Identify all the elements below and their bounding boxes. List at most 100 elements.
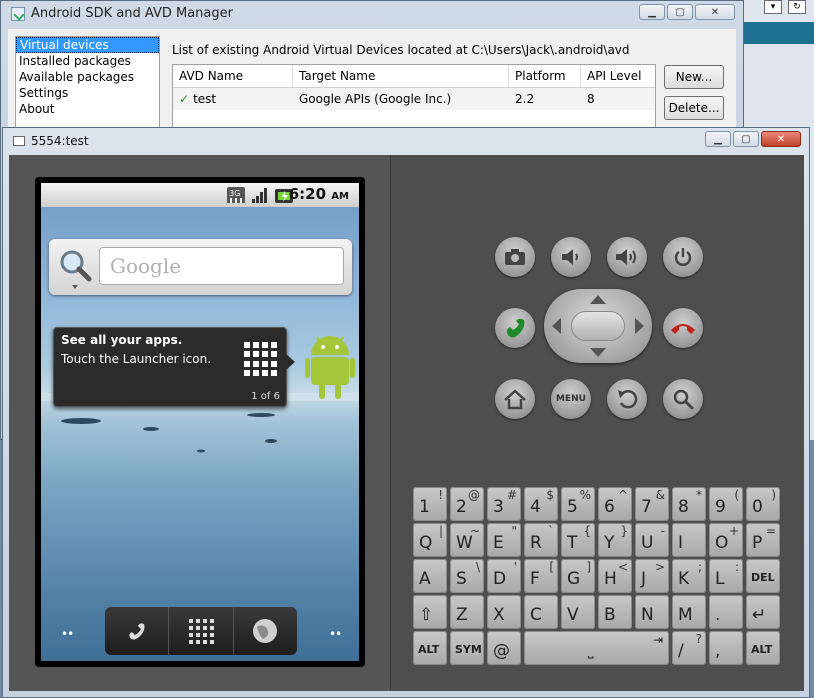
phone-display[interactable]: 3G 6:20 AM Google See all your apps. Tou… <box>41 183 359 661</box>
key-at[interactable]: @ <box>487 631 521 665</box>
status-clock: 6:20 AM <box>288 185 349 203</box>
key-shift[interactable]: ⇧ <box>413 595 447 629</box>
column-header-platform[interactable]: Platform <box>509 65 581 87</box>
launcher-tip-bubble[interactable]: See all your apps. Touch the Launcher ic… <box>53 327 295 407</box>
google-search-input[interactable]: Google <box>99 247 344 285</box>
key-6[interactable]: 6 ^ <box>598 487 632 521</box>
column-header-target-name[interactable]: Target Name <box>293 65 509 87</box>
sidebar-item-settings[interactable]: Settings <box>16 85 159 101</box>
key-y[interactable]: Y} <box>598 523 632 557</box>
sdk-sidebar: Virtual devices Installed packages Avail… <box>15 36 160 136</box>
key-d[interactable]: D ' <box>487 559 521 593</box>
key-comma[interactable]: , <box>709 631 743 665</box>
key-v[interactable]: V <box>561 595 595 629</box>
key-period[interactable]: . <box>709 595 743 629</box>
key-m[interactable]: M <box>672 595 706 629</box>
dpad-up-icon[interactable] <box>590 295 606 304</box>
sidebar-item-about[interactable]: About <box>16 101 159 117</box>
column-header-api-level[interactable]: API Level <box>581 65 655 87</box>
key-5[interactable]: 5% <box>561 487 595 521</box>
dock-launcher[interactable] <box>169 607 234 655</box>
call-button[interactable] <box>495 308 535 348</box>
key-g[interactable]: G] <box>561 559 595 593</box>
status-bar[interactable]: 3G 6:20 AM <box>41 183 359 207</box>
table-row[interactable]: ✓ test Google APIs (Google Inc.) 2.2 8 <box>173 88 655 110</box>
key-2[interactable]: 2 @ <box>450 487 484 521</box>
dpad-center-button[interactable] <box>571 311 625 341</box>
key-1[interactable]: 1! <box>413 487 447 521</box>
sdk-titlebar[interactable]: Android SDK and AVD Manager ▁ ▢ ✕ <box>1 1 743 27</box>
left-page-dots[interactable]: •• <box>61 627 74 641</box>
search-magnifier-icon[interactable] <box>57 247 93 291</box>
volume-down-button[interactable] <box>551 237 591 277</box>
key-9[interactable]: 9( <box>709 487 743 521</box>
emulator-titlebar[interactable]: 5554:test ▁ ▢ ✕ <box>3 128 809 154</box>
key-alt-left[interactable]: ALT <box>413 631 447 665</box>
key-7[interactable]: 7 & <box>635 487 669 521</box>
dock-phone[interactable] <box>105 607 170 655</box>
key-o[interactable]: O + <box>709 523 743 557</box>
key-sym[interactable]: SYM <box>450 631 484 665</box>
close-button[interactable]: ✕ <box>695 4 735 20</box>
key-p[interactable]: P = <box>746 523 780 557</box>
key-t[interactable]: T{ <box>561 523 595 557</box>
key-q[interactable]: Q | <box>413 523 447 557</box>
dpad-right-icon[interactable] <box>635 318 644 334</box>
key-del[interactable]: DEL <box>746 559 780 593</box>
volume-up-button[interactable] <box>607 237 647 277</box>
dropdown-arrow-icon[interactable]: ▾ <box>764 0 782 14</box>
key-alt-right[interactable]: ALT <box>746 631 780 665</box>
key-f[interactable]: F[ <box>524 559 558 593</box>
key-space[interactable]: ⇥ ⎵ <box>524 631 669 665</box>
key-i[interactable]: I <box>672 523 706 557</box>
key-w[interactable]: W ~ <box>450 523 484 557</box>
key-e[interactable]: E " <box>487 523 521 557</box>
sdk-window-title: Android SDK and AVD Manager <box>31 6 233 21</box>
key-l[interactable]: L: <box>709 559 743 593</box>
column-header-avd-name[interactable]: AVD Name <box>173 65 293 87</box>
key-h[interactable]: H < <box>598 559 632 593</box>
key-enter[interactable]: ↵ <box>746 595 780 629</box>
key-u[interactable]: U- <box>635 523 669 557</box>
power-button[interactable] <box>663 237 703 277</box>
key-r[interactable]: R ` <box>524 523 558 557</box>
home-button[interactable] <box>495 379 535 419</box>
key-z[interactable]: Z <box>450 595 484 629</box>
right-page-dots[interactable]: •• <box>329 627 342 641</box>
key-a[interactable]: A <box>413 559 447 593</box>
space-icon: ⎵ <box>588 643 594 659</box>
key-b[interactable]: B <box>598 595 632 629</box>
key-8[interactable]: 8 * <box>672 487 706 521</box>
key-j[interactable]: J > <box>635 559 669 593</box>
sidebar-item-installed-packages[interactable]: Installed packages <box>16 53 159 69</box>
camera-button[interactable] <box>495 237 535 277</box>
new-avd-button[interactable]: New... <box>664 65 724 89</box>
key-0[interactable]: 0) <box>746 487 780 521</box>
menu-button[interactable]: MENU <box>551 379 591 419</box>
key-s[interactable]: S \ <box>450 559 484 593</box>
key-3[interactable]: 3 # <box>487 487 521 521</box>
emulator-close-button[interactable]: ✕ <box>761 131 801 147</box>
google-search-widget[interactable]: Google <box>49 239 352 295</box>
search-button[interactable] <box>663 379 703 419</box>
maximize-button[interactable]: ▢ <box>667 4 693 20</box>
key-4[interactable]: 4 $ <box>524 487 558 521</box>
key-n[interactable]: N <box>635 595 669 629</box>
emulator-minimize-button[interactable]: ▁ <box>705 131 731 147</box>
refresh-icon[interactable]: ↻ <box>788 0 806 14</box>
key-c[interactable]: C <box>524 595 558 629</box>
key-slash[interactable]: /? <box>672 631 706 665</box>
minimize-button[interactable]: ▁ <box>639 4 665 20</box>
dpad[interactable] <box>544 289 652 363</box>
back-button[interactable] <box>607 379 647 419</box>
emulator-maximize-button[interactable]: ▢ <box>733 131 759 147</box>
dpad-down-icon[interactable] <box>590 348 606 357</box>
sidebar-item-available-packages[interactable]: Available packages <box>16 69 159 85</box>
end-call-button[interactable] <box>663 308 703 348</box>
key-k[interactable]: K; <box>672 559 706 593</box>
dpad-left-icon[interactable] <box>552 318 561 334</box>
delete-avd-button[interactable]: Delete... <box>664 96 724 120</box>
dock-browser[interactable] <box>234 607 297 655</box>
sidebar-item-virtual-devices[interactable]: Virtual devices <box>16 37 159 53</box>
key-x[interactable]: X <box>487 595 521 629</box>
